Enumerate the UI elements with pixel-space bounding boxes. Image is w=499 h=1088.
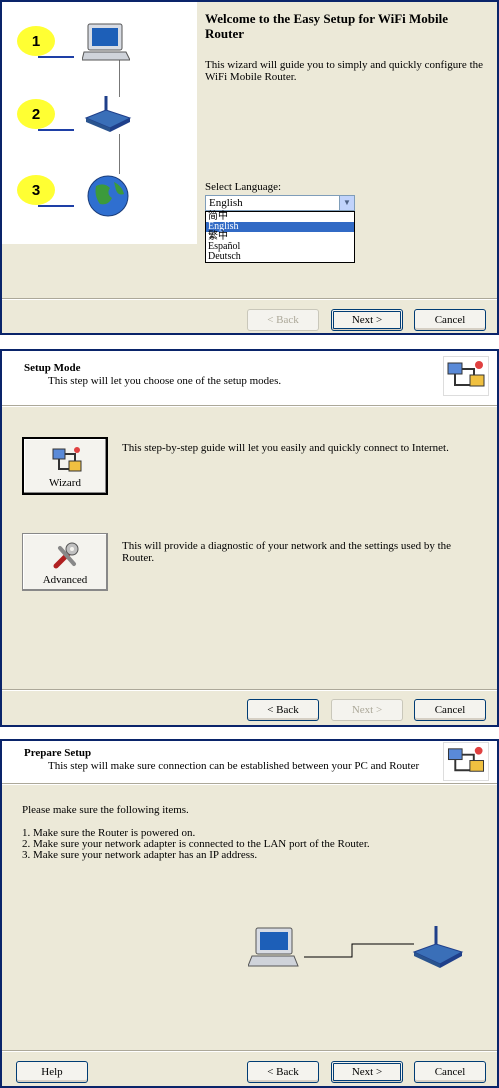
advanced-label: Advanced <box>42 574 88 586</box>
back-button[interactable]: < Back <box>247 1061 319 1083</box>
cancel-button[interactable]: Cancel <box>414 1061 486 1083</box>
next-button[interactable]: Next > <box>331 699 403 721</box>
router-icon <box>84 96 132 132</box>
welcome-description: This wizard will guide you to simply and… <box>205 59 484 83</box>
language-option[interactable]: Deutsch <box>206 252 354 262</box>
wizard-button[interactable]: Wizard <box>22 437 108 495</box>
prepare-intro: Please make sure the following items. <box>22 804 189 816</box>
globe-icon <box>87 175 129 217</box>
divider <box>2 405 497 407</box>
step-1-underline <box>38 56 74 58</box>
welcome-window: 1 2 3 Welcome to the Easy Setup for WiFi… <box>0 0 499 335</box>
language-dropdown-list: 简中 English 繁中 Español Deutsch <box>205 211 355 263</box>
language-select-value: English <box>209 197 243 209</box>
welcome-title: Welcome to the Easy Setup for WiFi Mobil… <box>205 11 449 41</box>
step-2-underline <box>38 129 74 131</box>
setup-mode-window: Setup Mode This step will let you choose… <box>0 349 499 727</box>
language-option-selected[interactable]: English <box>206 222 354 232</box>
wizard-description: This step-by-step guide will let you eas… <box>122 442 449 454</box>
page-subtitle: This step will let you choose one of the… <box>48 375 282 387</box>
computer-icon <box>248 927 299 967</box>
connector-line <box>119 59 120 97</box>
advanced-button[interactable]: Advanced <box>22 533 108 591</box>
language-select[interactable]: English ▼ <box>205 195 355 211</box>
pc-router-connection-illustration <box>248 926 464 968</box>
divider <box>2 783 497 785</box>
next-button[interactable]: Next > <box>331 1061 403 1083</box>
select-language-label: Select Language: <box>205 181 282 193</box>
cancel-button[interactable]: Cancel <box>414 309 486 331</box>
help-button[interactable]: Help <box>16 1061 88 1083</box>
cancel-button[interactable]: Cancel <box>414 699 486 721</box>
divider <box>2 1050 497 1052</box>
step-3-underline <box>38 205 74 207</box>
divider <box>2 298 497 300</box>
checklist-item: 3. Make sure your network adapter has an… <box>22 849 258 861</box>
advanced-description: This will provide a diagnostic of your n… <box>122 540 452 564</box>
computer-icon <box>82 23 130 61</box>
next-button[interactable]: Next > <box>331 309 403 331</box>
setup-steps-panel: 1 2 3 <box>2 2 197 244</box>
page-title: Setup Mode <box>24 362 81 374</box>
header-panel: Setup Mode This step will let you choose… <box>2 351 497 405</box>
chevron-down-icon[interactable]: ▼ <box>339 196 354 210</box>
header-panel: Prepare Setup This step will make sure c… <box>2 741 497 783</box>
page-subtitle: This step will make sure connection can … <box>48 760 420 772</box>
step-1-badge: 1 <box>17 26 55 56</box>
divider <box>2 689 497 691</box>
back-button[interactable]: < Back <box>247 699 319 721</box>
step-3-badge: 3 <box>17 175 55 205</box>
network-setup-icon <box>443 742 489 781</box>
step-2-badge: 2 <box>17 99 55 129</box>
back-button[interactable]: < Back <box>247 309 319 331</box>
page-title: Prepare Setup <box>24 747 92 759</box>
prepare-setup-window: Prepare Setup This step will make sure c… <box>0 739 499 1088</box>
tools-icon <box>53 542 79 569</box>
wizard-label: Wizard <box>49 477 81 489</box>
connector-line <box>119 134 120 174</box>
network-setup-icon <box>443 356 489 396</box>
router-icon <box>412 926 464 968</box>
wizard-icon <box>52 447 82 472</box>
